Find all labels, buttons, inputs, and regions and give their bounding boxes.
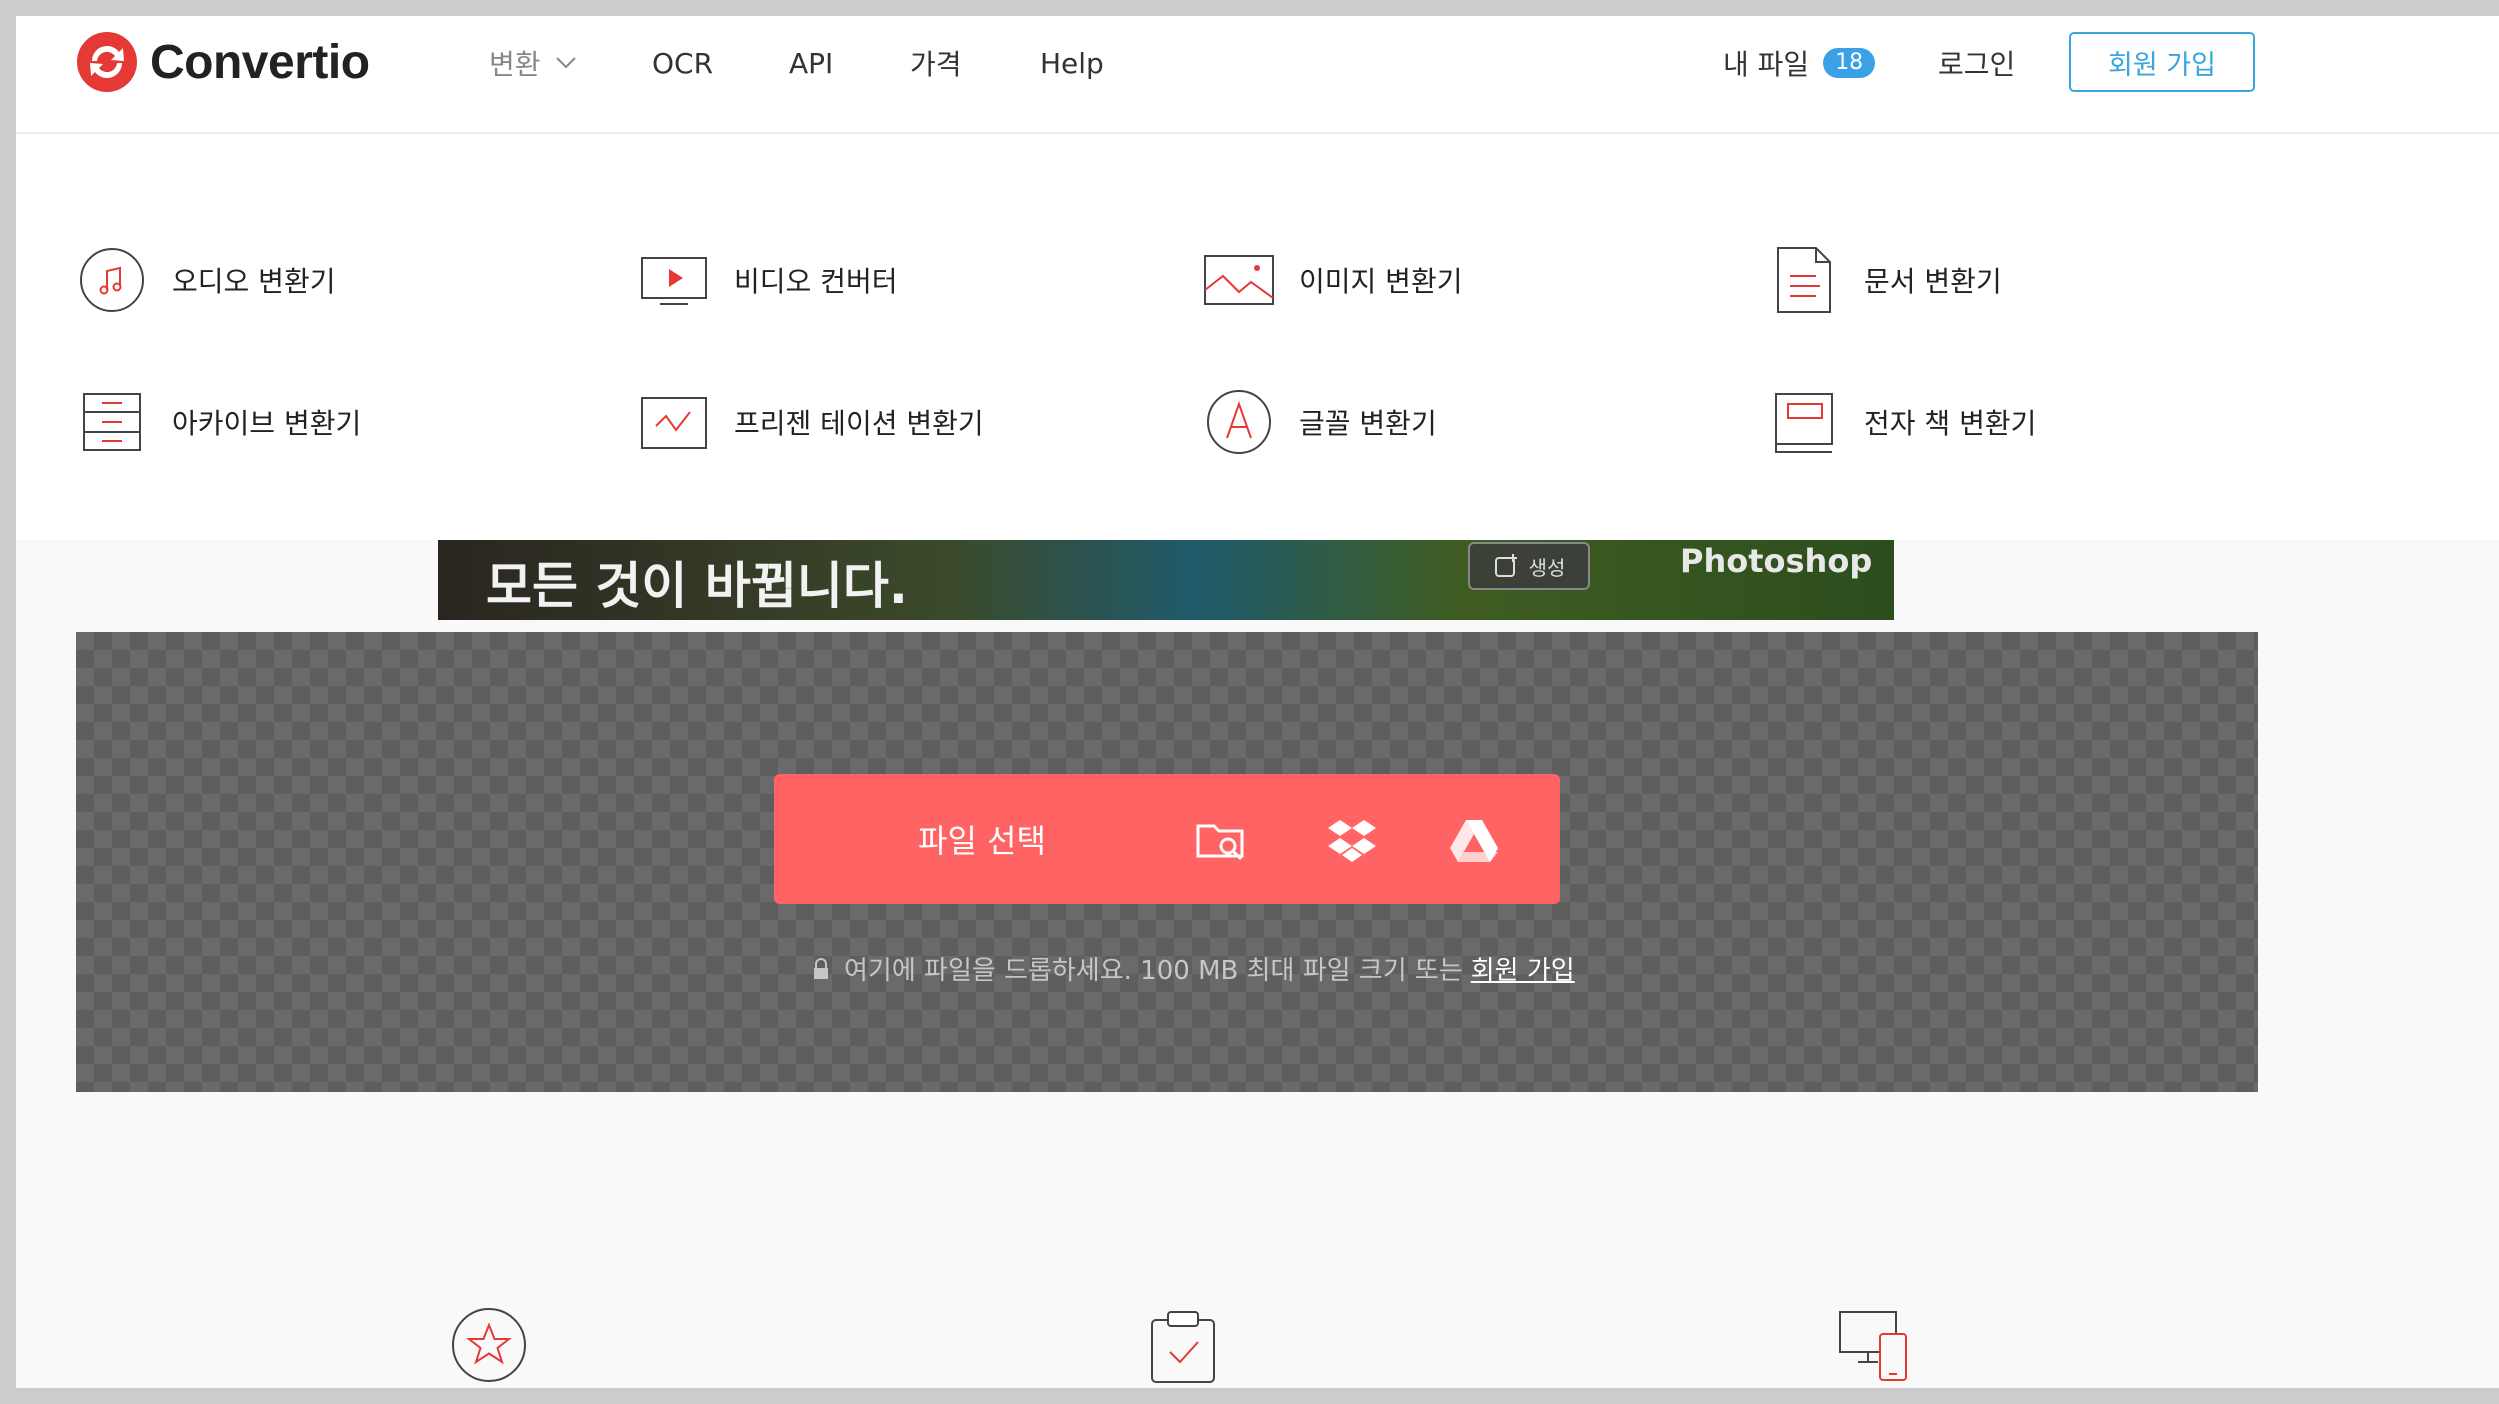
lock-icon: [814, 957, 828, 979]
drop-hint-text: 여기에 파일을 드롭하세요. 100 MB 최대 파일 크기 또는: [844, 956, 1463, 986]
my-files-label: 내 파일: [1723, 48, 1810, 81]
top-header: Convertio 변환 OCR API 가격 Help 내 파일 18 로그인…: [16, 16, 2499, 134]
clipboard-check-icon: [1144, 1306, 1222, 1384]
ad-brand: Photoshop: [1680, 542, 1873, 580]
google-drive-icon[interactable]: [1446, 812, 1502, 868]
category-label: 아카이브 변환기: [172, 407, 362, 440]
category-video-converter[interactable]: 비디오 컨버터: [638, 244, 897, 316]
ad-headline: 모든 것이 바뀝니다.: [486, 557, 908, 615]
choose-files-label: 파일 선택: [918, 822, 1046, 860]
ad-generate-label: 생성: [1528, 555, 1566, 580]
drop-hint-signup-link[interactable]: 회원 가입: [1471, 950, 1575, 987]
category-label: 글꼴 변환기: [1299, 407, 1437, 440]
star-icon: [450, 1306, 528, 1384]
logo[interactable]: Convertio: [76, 30, 370, 94]
nav-convert-menu[interactable]: 변환: [489, 40, 577, 86]
convert-dropdown-menu: 오디오 변환기 비디오 컨버터 이미지 변환기 문서 변환기 아카이브 변환기 …: [16, 134, 2499, 540]
category-label: 문서 변환기: [1864, 265, 2002, 298]
logo-text: Convertio: [150, 35, 370, 89]
local-folder-search-icon[interactable]: [1194, 812, 1250, 868]
font-icon: [1203, 386, 1275, 458]
choose-files-button[interactable]: 파일 선택: [774, 774, 1560, 904]
category-label: 비디오 컨버터: [734, 265, 898, 298]
music-note-icon: [76, 244, 148, 316]
category-font-converter[interactable]: 글꼴 변환기: [1203, 386, 1437, 458]
category-presentation-converter[interactable]: 프리젠 테이션 변환기: [638, 386, 984, 458]
nav-pricing[interactable]: 가격: [910, 40, 962, 86]
nav-api[interactable]: API: [789, 40, 833, 86]
archive-icon: [76, 386, 148, 458]
category-label: 이미지 변환기: [1299, 265, 1463, 298]
presentation-icon: [638, 386, 710, 458]
nav-ocr[interactable]: OCR: [652, 40, 713, 86]
convertio-logo-icon: [77, 32, 137, 92]
category-label: 전자 책 변환기: [1864, 407, 2037, 440]
nav-help[interactable]: Help: [1040, 40, 1104, 86]
category-image-converter[interactable]: 이미지 변환기: [1203, 244, 1462, 316]
nav-convert-label: 변환: [489, 48, 541, 81]
my-files-link[interactable]: 내 파일 18: [1723, 40, 1876, 86]
category-label: 프리젠 테이션 변환기: [734, 407, 984, 440]
devices-icon: [1836, 1306, 1914, 1384]
document-icon: [1768, 244, 1840, 316]
login-link[interactable]: 로그인: [1938, 40, 2015, 86]
generate-icon: [1494, 554, 1517, 577]
image-icon: [1203, 244, 1275, 316]
category-document-converter[interactable]: 문서 변환기: [1768, 244, 2002, 316]
file-drop-zone[interactable]: 파일 선택 여기에 파일을 드롭하세요. 100 MB 최대 파일 크기 또는 …: [76, 632, 2258, 1092]
video-play-icon: [638, 244, 710, 316]
ebook-icon: [1768, 386, 1840, 458]
dropbox-icon[interactable]: [1324, 812, 1380, 868]
category-archive-converter[interactable]: 아카이브 변환기: [76, 386, 361, 458]
drop-hint: 여기에 파일을 드롭하세요. 100 MB 최대 파일 크기 또는 회원 가입: [812, 950, 1575, 987]
page-frame: Convertio 변환 OCR API 가격 Help 내 파일 18 로그인…: [16, 16, 2499, 1388]
chevron-down-icon: [555, 57, 576, 69]
category-label: 오디오 변환기: [172, 265, 336, 298]
my-files-count-badge: 18: [1823, 48, 1876, 78]
category-audio-converter[interactable]: 오디오 변환기: [76, 244, 335, 316]
ad-generate-chip: 생성: [1468, 542, 1590, 590]
category-ebook-converter[interactable]: 전자 책 변환기: [1768, 386, 2036, 458]
signup-button[interactable]: 회원 가입: [2069, 32, 2255, 92]
